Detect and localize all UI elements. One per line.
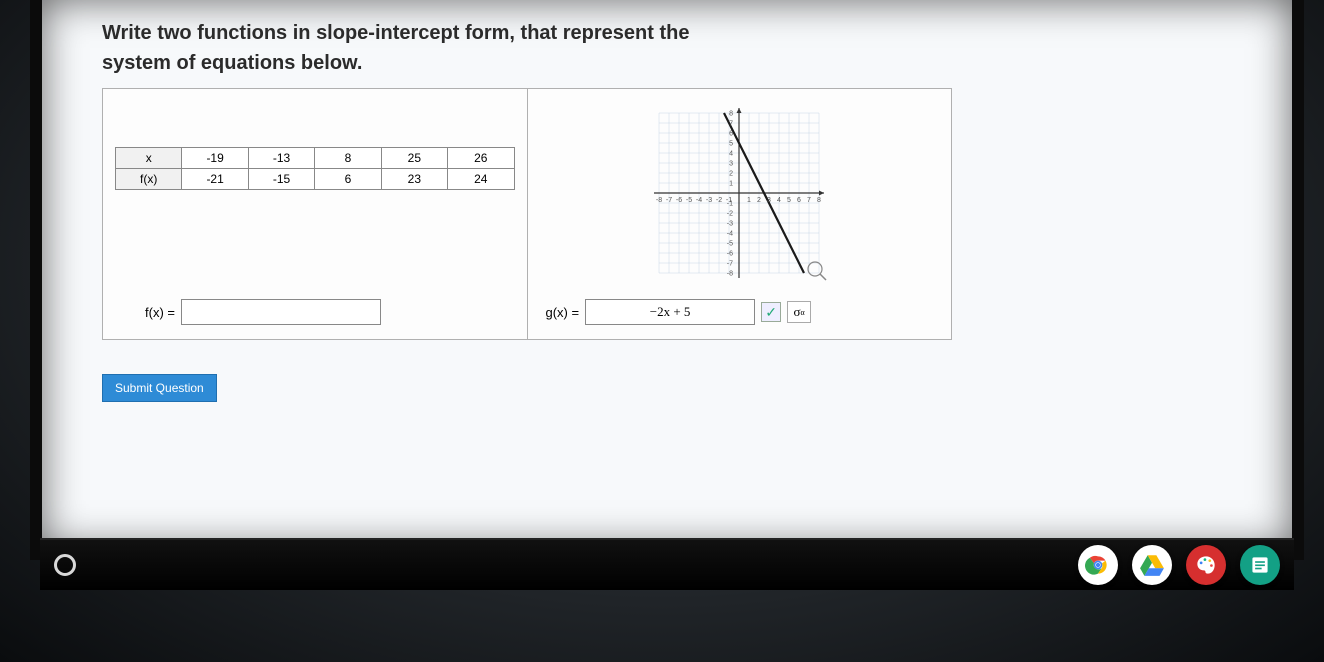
row-label-fx: f(x) [116,169,182,190]
svg-text:-3: -3 [727,221,733,228]
svg-text:3: 3 [767,197,771,204]
svg-text:6: 6 [797,197,801,204]
prompt-line-1: Write two functions in slope-intercept f… [102,22,689,44]
svg-text:-5: -5 [727,241,733,248]
table-row: f(x) -21 -15 6 23 24 [116,169,515,190]
svg-text:5: 5 [787,197,791,204]
svg-text:1: 1 [747,197,751,204]
question-prompt: Write two functions in slope-intercept f… [102,18,762,78]
question-panel: x -19 -13 8 25 26 f(x) -21 -15 6 23 24 f [102,88,952,340]
fx-label: f(x) = [115,305,175,320]
svg-text:1: 1 [729,181,733,188]
svg-text:-2: -2 [727,211,733,218]
math-editor-button[interactable]: σα [787,301,811,323]
svg-text:7: 7 [729,121,733,128]
svg-text:4: 4 [729,151,733,158]
cell: 25 [381,148,447,169]
svg-text:-7: -7 [666,197,672,204]
cell: 8 [315,148,381,169]
svg-text:5: 5 [729,141,733,148]
gx-input-row: g(x) = ✓ σα [540,299,940,325]
svg-text:-5: -5 [686,197,692,204]
magnify-icon[interactable] [808,262,822,276]
svg-text:-7: -7 [727,261,733,268]
gx-input[interactable] [585,299,755,325]
cell: 6 [315,169,381,190]
svg-text:-1: -1 [727,201,733,208]
cell: 23 [381,169,447,190]
cell: -15 [248,169,314,190]
svg-text:-2: -2 [716,197,722,204]
svg-text:4: 4 [777,197,781,204]
graph-svg: -8-7-6-5-4-3-2-1 12345678 12345678 -1-2-… [634,103,844,283]
cell: 26 [448,148,514,169]
svg-text:3: 3 [729,161,733,168]
table-panel: x -19 -13 8 25 26 f(x) -21 -15 6 23 24 f [103,89,528,339]
svg-text:2: 2 [729,171,733,178]
launcher-icon[interactable] [54,554,76,576]
graph-panel: -8-7-6-5-4-3-2-1 12345678 12345678 -1-2-… [528,89,952,339]
table-row: x -19 -13 8 25 26 [116,148,515,169]
app-icon[interactable] [1240,545,1280,585]
submit-question-button[interactable]: Submit Question [102,374,217,402]
coordinate-graph: -8-7-6-5-4-3-2-1 12345678 12345678 -1-2-… [634,103,844,283]
svg-text:-6: -6 [676,197,682,204]
chrome-icon[interactable] [1078,545,1118,585]
svg-text:8: 8 [729,111,733,118]
fx-input-row: f(x) = [115,299,515,325]
paint-icon[interactable] [1186,545,1226,585]
svg-text:8: 8 [817,197,821,204]
svg-text:-4: -4 [727,231,733,238]
svg-text:-3: -3 [706,197,712,204]
cell: -21 [182,169,248,190]
fx-input[interactable] [181,299,381,325]
check-icon: ✓ [761,302,781,322]
cell: 24 [448,169,514,190]
svg-text:7: 7 [807,197,811,204]
cell: -13 [248,148,314,169]
svg-text:2: 2 [757,197,761,204]
svg-text:6: 6 [729,131,733,138]
svg-text:-4: -4 [696,197,702,204]
gx-label: g(x) = [546,305,580,320]
taskbar [40,538,1294,590]
row-label-x: x [116,148,182,169]
function-table: x -19 -13 8 25 26 f(x) -21 -15 6 23 24 [115,147,515,190]
app-screen: Write two functions in slope-intercept f… [30,0,1304,560]
prompt-line-2: system of equations below. [102,52,362,74]
svg-text:-8: -8 [656,197,662,204]
svg-text:-8: -8 [727,271,733,278]
graph-container: -8-7-6-5-4-3-2-1 12345678 12345678 -1-2-… [540,99,940,283]
google-drive-icon[interactable] [1132,545,1172,585]
svg-text:-6: -6 [727,251,733,258]
cell: -19 [182,148,248,169]
